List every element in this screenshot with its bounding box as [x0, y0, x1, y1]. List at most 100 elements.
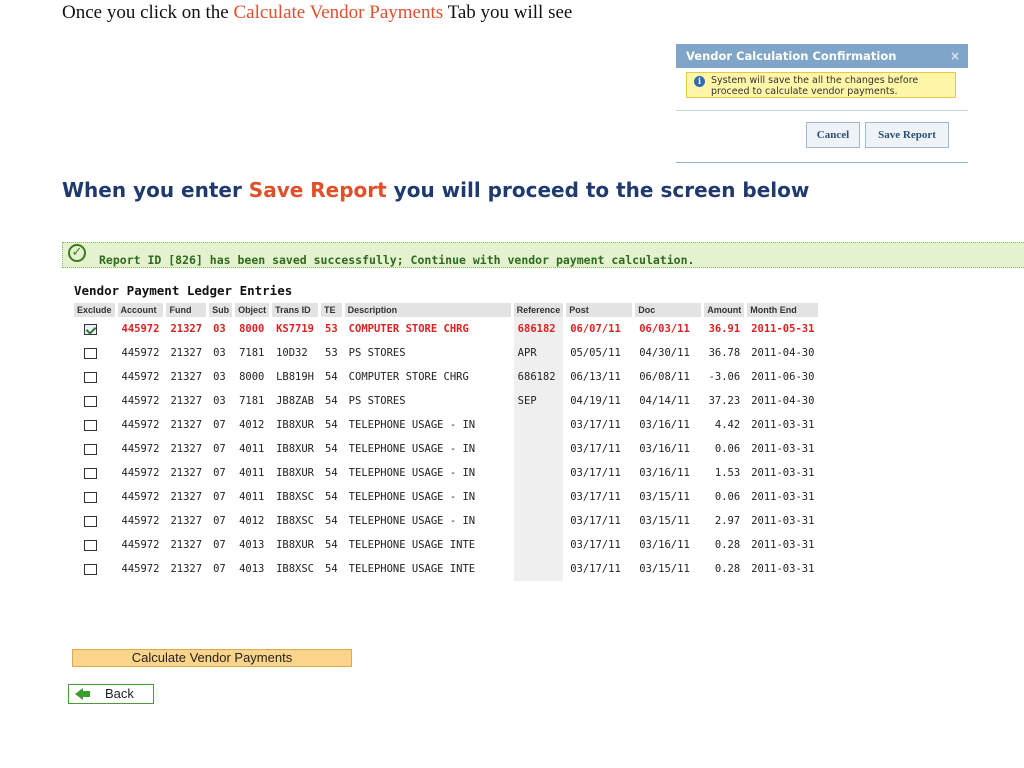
cell-sub: 07 [213, 419, 226, 431]
table-row: 445972 21327 07 4012 IB8XSC 54 TELEPHONE USAGE… [74, 509, 818, 533]
cell-object: 4012 [239, 515, 265, 527]
cell-amount: 4.42 [714, 419, 741, 431]
dialog-message: i System will save the all the changes b… [686, 72, 956, 98]
cell-description: PS STORES [348, 347, 406, 359]
cell-post: 03/17/11 [570, 515, 621, 527]
cell-trans-id: IB8XSC [276, 515, 315, 527]
exclude-checkbox[interactable] [84, 515, 97, 527]
exclude-checkbox[interactable] [84, 323, 97, 335]
cell-amount: 1.53 [714, 467, 741, 479]
cell-reference [513, 533, 564, 557]
cell-fund: 21327 [170, 371, 203, 383]
exclude-cell [74, 317, 115, 341]
cell-amount: 0.06 [714, 491, 741, 503]
column-header[interactable]: Month End [747, 303, 819, 317]
table-row: 445972 21327 07 4011 IB8XUR 54 TELEPHONE USAGE… [74, 437, 818, 461]
column-header[interactable]: Object [235, 303, 270, 317]
column-header[interactable]: Sub [209, 303, 233, 317]
column-header[interactable]: Description [344, 303, 511, 317]
column-header[interactable]: Amount [704, 303, 745, 317]
success-banner: ✓ Report ID [826] has been saved success… [62, 242, 1024, 268]
cell-month-end: 2011-04-30 [751, 395, 815, 407]
calculate-vendor-payments-button[interactable]: Calculate Vendor Payments [72, 649, 352, 667]
cell-doc: 03/16/11 [639, 539, 690, 551]
cell-month-end: 2011-03-31 [751, 491, 815, 503]
ledger-body: 445972 21327 03 8000 KS7719 53 COMPUTER STORE … [74, 317, 818, 581]
dialog-divider [676, 110, 968, 111]
cell-trans-id: 10D32 [276, 347, 308, 359]
cell-object: 8000 [239, 323, 265, 335]
ledger-header-row: Exclude Account Fund Sub Object Trans ID… [74, 303, 819, 317]
exclude-cell [74, 389, 115, 413]
cell-te: 54 [325, 419, 338, 431]
close-icon[interactable]: × [950, 44, 960, 68]
cell-reference: 686182 [513, 317, 564, 341]
cell-fund: 21327 [170, 515, 203, 527]
cell-te: 53 [325, 323, 338, 335]
exclude-checkbox[interactable] [84, 395, 97, 407]
column-header[interactable]: Account [117, 303, 164, 317]
cell-account: 445972 [121, 419, 160, 431]
cell-description: COMPUTER STORE CHRG [348, 371, 469, 383]
cell-object: 4011 [239, 467, 265, 479]
table-row: 445972 21327 07 4011 IB8XSC 54 TELEPHONE USAGE… [74, 485, 818, 509]
exclude-checkbox[interactable] [84, 539, 97, 551]
cell-te: 54 [325, 491, 338, 503]
cell-month-end: 2011-06-30 [751, 371, 815, 383]
column-header[interactable]: Post [566, 303, 633, 317]
cell-te: 54 [325, 539, 338, 551]
cell-description: TELEPHONE USAGE - IN [348, 515, 476, 527]
ledger-table: Exclude Account Fund Sub Object Trans ID… [71, 303, 821, 581]
check-circle-icon: ✓ [68, 244, 86, 262]
exclude-cell [74, 413, 115, 437]
exclude-cell [74, 365, 115, 389]
cell-amount: 36.78 [708, 347, 741, 359]
exclude-checkbox[interactable] [84, 371, 97, 383]
column-header[interactable]: Exclude [74, 303, 115, 317]
success-message: Report ID [826] has been saved successfu… [99, 253, 695, 267]
cell-fund: 21327 [170, 491, 203, 503]
cell-post: 03/17/11 [570, 539, 621, 551]
exclude-checkbox[interactable] [84, 347, 97, 359]
cell-fund: 21327 [170, 395, 203, 407]
cell-te: 54 [325, 395, 338, 407]
cell-reference [513, 437, 564, 461]
cell-month-end: 2011-03-31 [751, 467, 815, 479]
cell-month-end: 2011-05-31 [751, 323, 815, 335]
cell-reference [513, 461, 564, 485]
column-header[interactable]: Fund [166, 303, 207, 317]
cell-description: PS STORES [348, 395, 406, 407]
cell-description: TELEPHONE USAGE - IN [348, 443, 476, 455]
cell-post: 03/17/11 [570, 491, 621, 503]
exclude-checkbox[interactable] [84, 467, 97, 479]
cell-account: 445972 [121, 323, 160, 335]
cell-reference [513, 509, 564, 533]
cell-te: 54 [325, 371, 338, 383]
exclude-checkbox[interactable] [84, 491, 97, 503]
cell-post: 06/07/11 [570, 323, 621, 335]
table-row: 445972 21327 03 8000 LB819H 54 COMPUTER STORE … [74, 365, 818, 389]
info-icon: i [694, 76, 705, 87]
cell-month-end: 2011-04-30 [751, 347, 815, 359]
cell-amount: 0.28 [714, 563, 741, 575]
exclude-checkbox[interactable] [84, 419, 97, 431]
cell-account: 445972 [121, 539, 160, 551]
cell-fund: 21327 [170, 419, 203, 431]
cell-object: 4011 [239, 491, 265, 503]
column-header[interactable]: TE [321, 303, 342, 317]
column-header[interactable]: Doc [635, 303, 702, 317]
exclude-checkbox[interactable] [84, 563, 97, 575]
cell-fund: 21327 [170, 563, 203, 575]
cell-description: TELEPHONE USAGE - IN [348, 491, 476, 503]
cell-month-end: 2011-03-31 [751, 563, 815, 575]
cell-account: 445972 [121, 563, 160, 575]
column-header[interactable]: Trans ID [272, 303, 319, 317]
back-button[interactable]: Back [68, 684, 154, 704]
cell-reference [513, 557, 564, 581]
column-header[interactable]: Reference [513, 303, 564, 317]
cell-doc: 06/08/11 [639, 371, 690, 383]
cell-te: 54 [325, 467, 338, 479]
exclude-checkbox[interactable] [84, 443, 97, 455]
cancel-button[interactable]: Cancel [806, 122, 860, 148]
save-report-button[interactable]: Save Report [865, 122, 949, 148]
